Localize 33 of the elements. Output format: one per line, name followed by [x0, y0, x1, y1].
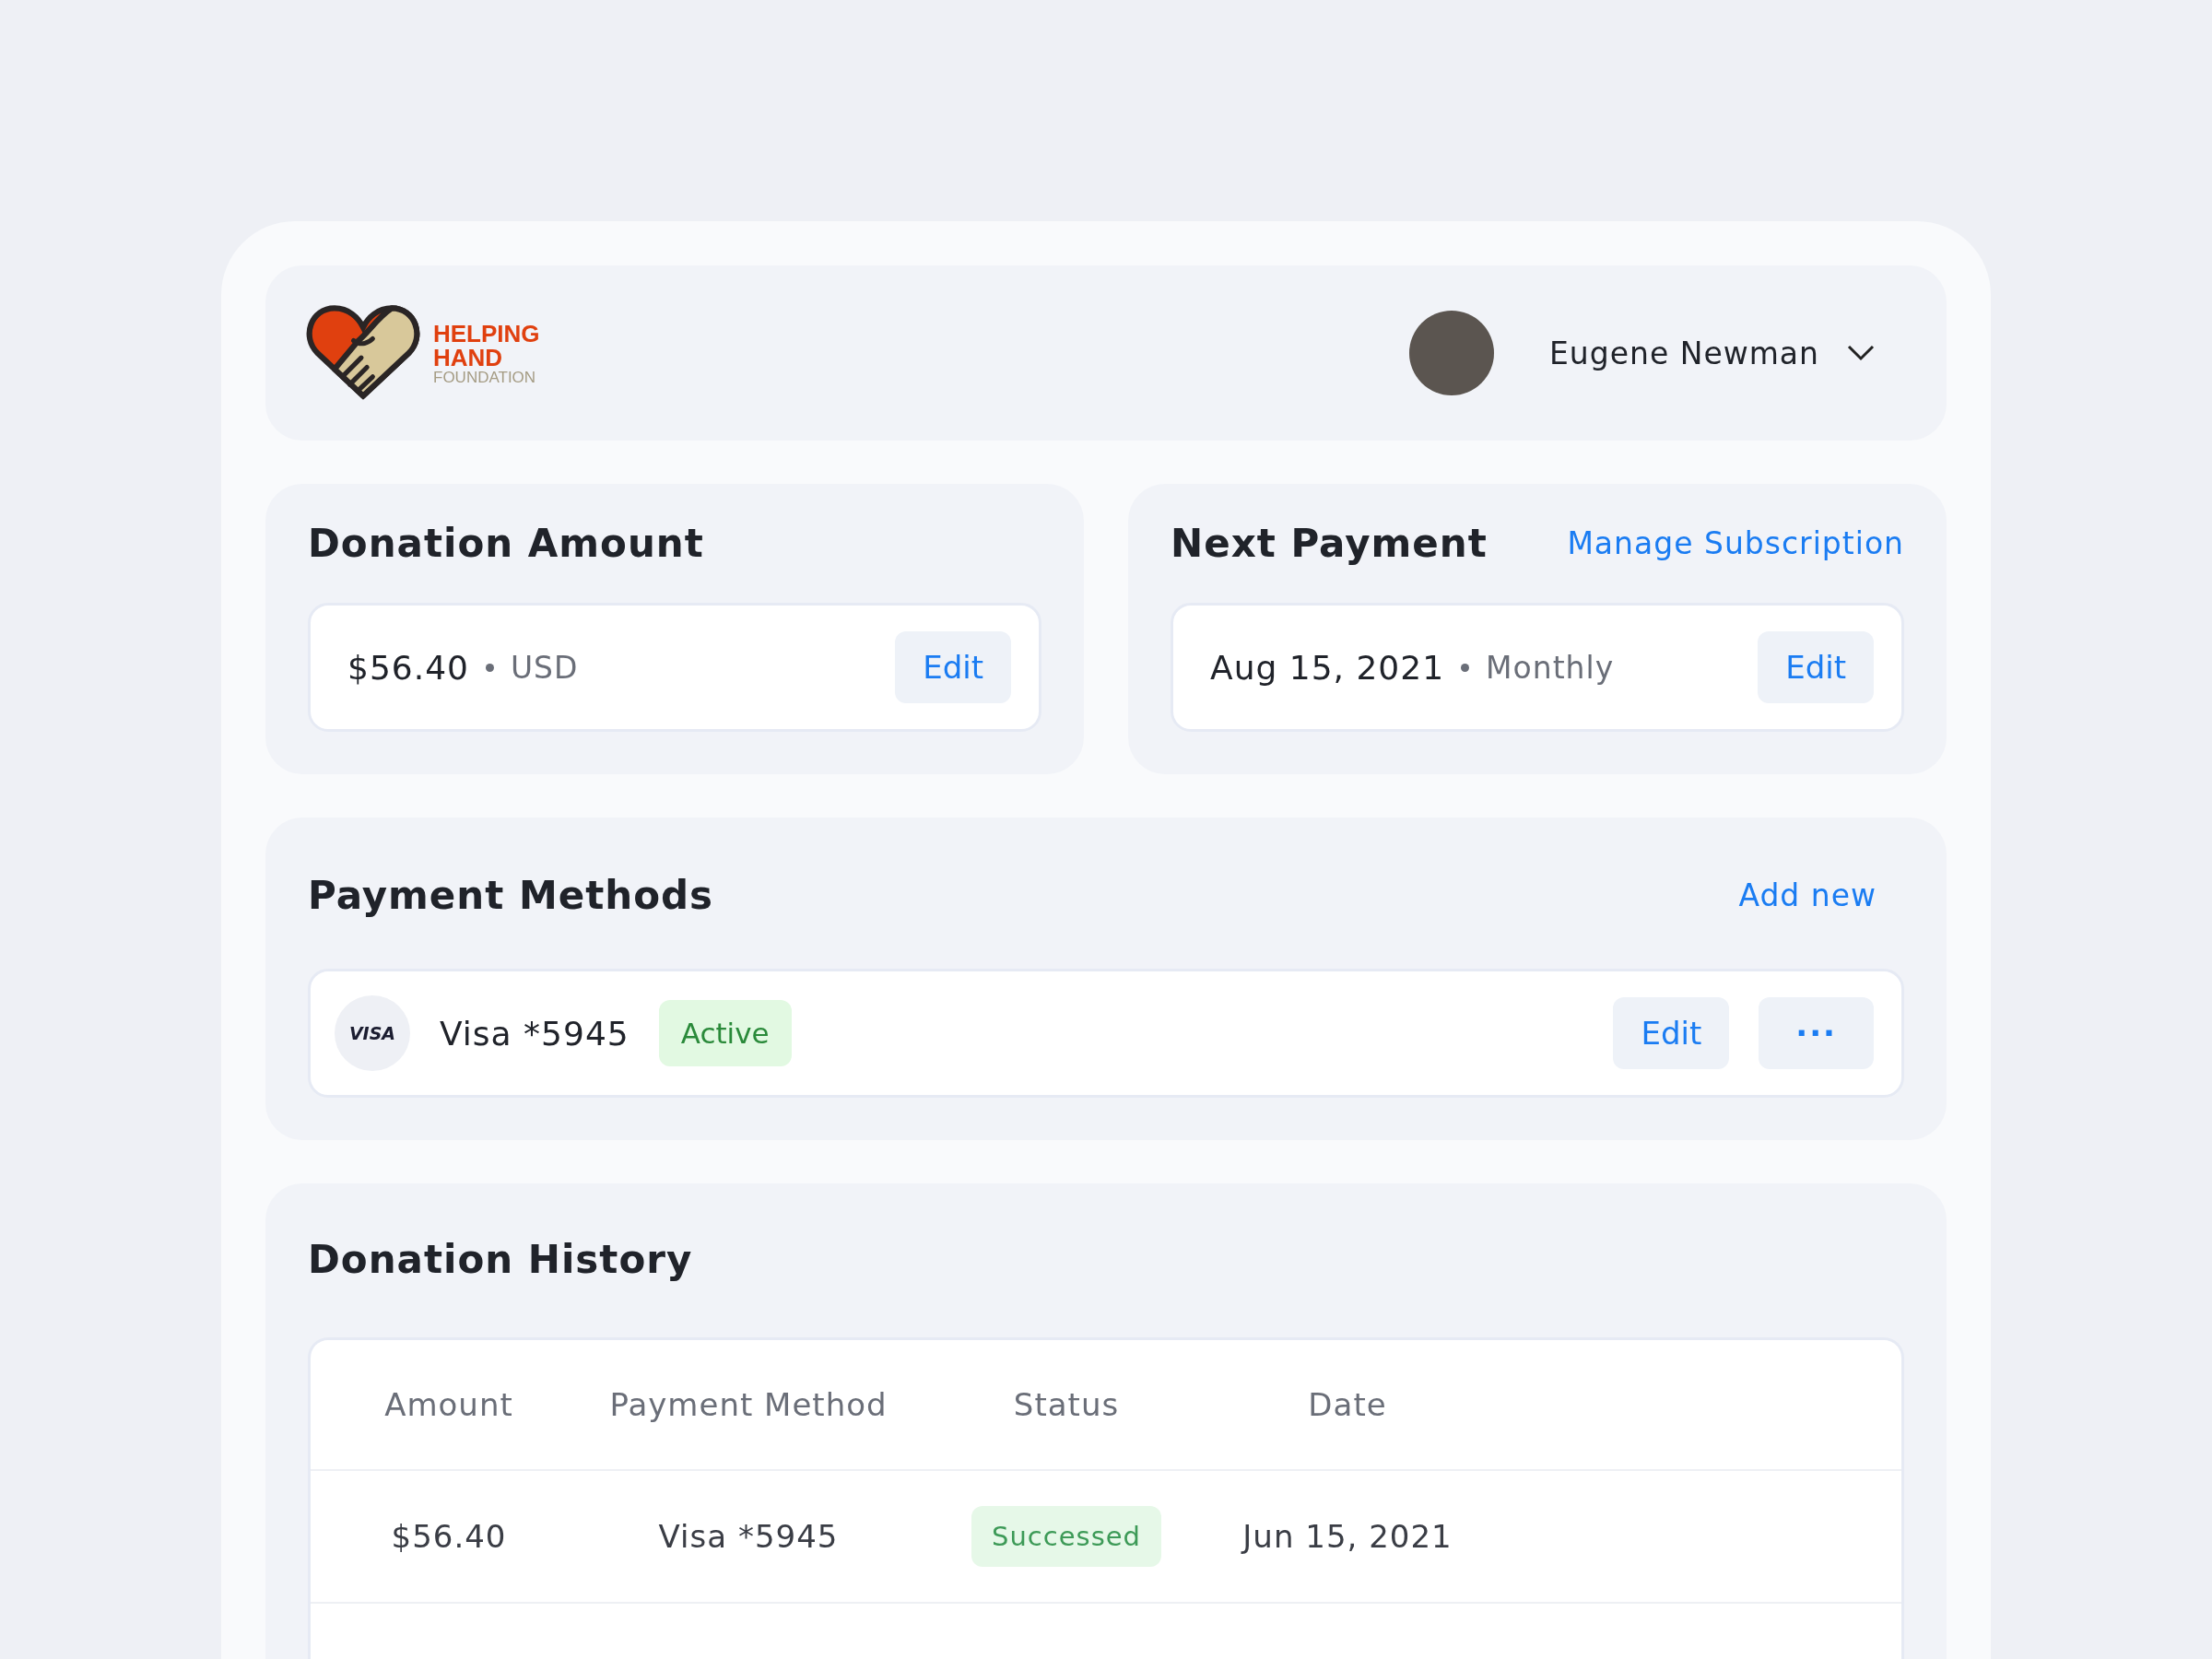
table-cell-text: Jun 15, 2021 — [1240, 1518, 1453, 1555]
column-header: Amount — [383, 1386, 514, 1423]
column-header: Status — [1012, 1386, 1121, 1423]
chevron-down-icon — [1847, 345, 1875, 361]
edit-button[interactable]: Edit — [1613, 997, 1730, 1069]
currency-label: USD — [510, 649, 579, 686]
panel-title: Donation History — [308, 1237, 693, 1282]
amount-value: $56.40 — [347, 648, 469, 687]
add-new-link[interactable]: Add new — [1738, 877, 1877, 913]
status-badge: Successed — [971, 1506, 1161, 1567]
panel-title: Next Payment — [1171, 521, 1488, 566]
logo-subtitle: FOUNDATION — [433, 369, 537, 385]
card-brand-logo: VISA — [335, 995, 410, 1071]
payment-date: Aug 15, 2021 — [1210, 648, 1445, 687]
separator-dot — [1461, 663, 1470, 672]
panel-title: Payment Methods — [308, 873, 714, 918]
more-button[interactable]: ··· — [1759, 997, 1874, 1069]
frequency-label: Monthly — [1486, 649, 1615, 686]
edit-button[interactable]: Edit — [895, 631, 1011, 703]
logo-text: HELPING — [433, 321, 540, 346]
user-menu[interactable]: Eugene Newman — [1409, 311, 1875, 395]
panel-title: Donation Amount — [308, 521, 704, 566]
column-header: Payment Method — [608, 1386, 888, 1423]
separator-dot — [485, 663, 494, 672]
edit-button[interactable]: Edit — [1758, 631, 1874, 703]
manage-subscription-link[interactable]: Manage Subscription — [1567, 525, 1904, 561]
status-badge: Active — [658, 1000, 792, 1066]
column-header: Date — [1307, 1386, 1388, 1423]
user-name: Eugene Newman — [1549, 335, 1819, 371]
logo-text: HAND — [433, 345, 504, 370]
card-name: Visa *5945 — [440, 1014, 629, 1053]
table-cell-text: $56.40 — [390, 1518, 508, 1555]
table-cell-text: Visa *5945 — [657, 1518, 840, 1555]
